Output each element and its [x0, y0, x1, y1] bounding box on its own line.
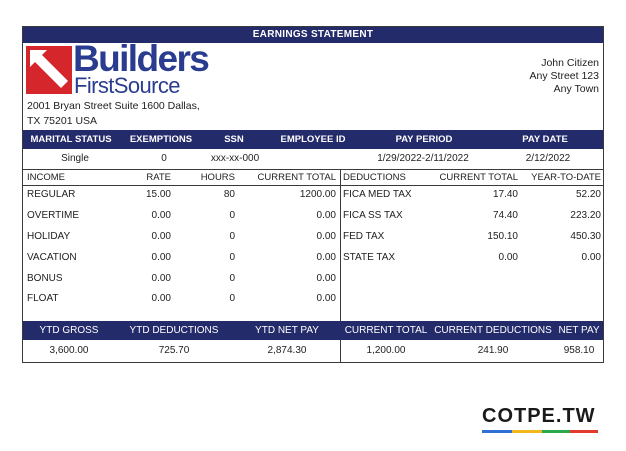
value-pay-date: 2/12/2022	[525, 153, 571, 164]
watermark-bar-red	[570, 430, 598, 433]
employee-address-block: John Citizen Any Street 123 Any Town	[530, 57, 599, 96]
summary-header-ytd-gross: YTD GROSS	[39, 325, 99, 336]
logo-arrow-icon	[26, 46, 72, 94]
income-row-hours: 0	[229, 273, 235, 284]
summary-current-deductions: 241.90	[477, 345, 509, 356]
company-logo-mark	[26, 46, 72, 94]
deductions-header-ytd: YEAR-TO-DATE	[531, 172, 601, 183]
deduction-row-label: FED TAX	[343, 231, 385, 242]
income-row-label: REGULAR	[27, 189, 76, 200]
divider-income-deductions	[340, 169, 341, 321]
income-row-rate: 0.00	[151, 293, 171, 304]
value-pay-period: 1/29/2022-2/11/2022	[377, 153, 469, 164]
watermark-bar-yellow	[512, 430, 542, 433]
deduction-row-label: STATE TAX	[343, 252, 396, 263]
income-row-current-total: 0.00	[316, 273, 336, 284]
income-row-label: OVERTIME	[27, 210, 80, 221]
header-pay-date: PAY DATE	[522, 134, 568, 145]
employee-name: John Citizen	[541, 57, 599, 69]
logo-text-first: First	[74, 73, 114, 98]
summary-header-ytd-net-pay: YTD NET PAY	[255, 325, 319, 336]
deduction-row-ytd: 52.20	[575, 189, 601, 200]
summary-ytd-net-pay: 2,874.30	[267, 345, 307, 356]
header-pay-period: PAY PERIOD	[395, 134, 453, 145]
income-row-current-total: 0.00	[316, 210, 336, 221]
income-row-label: BONUS	[27, 273, 63, 284]
income-row-current-total: 0.00	[316, 252, 336, 263]
deductions-header-current-total: CURRENT TOTAL	[439, 172, 518, 183]
income-header-income: INCOME	[27, 172, 65, 183]
deductions-header-deductions: DEDUCTIONS	[343, 172, 406, 183]
income-row-rate: 0.00	[151, 231, 171, 242]
logo-text-source: Source	[113, 73, 181, 98]
income-row-label: HOLIDAY	[27, 231, 71, 242]
value-marital-status: Single	[61, 153, 89, 164]
deduction-row-ytd: 0.00	[581, 252, 601, 263]
income-row-hours: 80	[223, 189, 235, 200]
income-row-current-total: 1200.00	[299, 189, 336, 200]
income-header-current-total: CURRENT TOTAL	[257, 172, 336, 183]
company-address-line2: TX 75201 USA	[27, 115, 98, 127]
income-header-rate: RATE	[146, 172, 171, 183]
value-exemptions: 0	[161, 153, 167, 164]
deduction-row-ytd: 450.30	[570, 231, 601, 242]
income-header-hours: HOURS	[200, 172, 235, 183]
summary-ytd-gross: 3,600.00	[49, 345, 89, 356]
earnings-statement: EARNINGS STATEMENT Builders FirstSource …	[22, 26, 604, 363]
deduction-row-label: FICA SS TAX	[343, 210, 403, 221]
company-address: 2001 Bryan Street Suite 1600 Dallas, TX …	[27, 99, 200, 129]
income-row-current-total: 0.00	[316, 293, 336, 304]
watermark-bar-blue	[482, 430, 512, 433]
deduction-row-current-total: 0.00	[498, 252, 518, 263]
deduction-row-current-total: 150.10	[487, 231, 518, 242]
income-row-rate: 15.00	[145, 189, 171, 200]
income-row-hours: 0	[229, 231, 235, 242]
income-row-label: VACATION	[27, 252, 77, 263]
deduction-row-ytd: 223.20	[570, 210, 601, 221]
divider-column-headers	[23, 185, 603, 186]
income-row-hours: 0	[229, 252, 235, 263]
summary-header-band: YTD GROSS YTD DEDUCTIONS YTD NET PAY CUR…	[23, 321, 603, 340]
summary-header-current-deductions: CURRENT DEDUCTIONS	[434, 325, 552, 336]
header-exemptions: EXEMPTIONS	[129, 134, 193, 145]
employee-street: Any Street 123	[529, 70, 599, 82]
deduction-row-current-total: 17.40	[492, 189, 518, 200]
value-employee-id	[269, 151, 361, 167]
logo-text-firstsource: FirstSource	[74, 74, 180, 98]
header-ssn: SSN	[224, 134, 244, 145]
info-header-band: MARITAL STATUS EXEMPTIONS SSN EMPLOYEE I…	[23, 130, 603, 149]
income-row-hours: 0	[229, 210, 235, 221]
summary-net-pay: 958.10	[563, 345, 595, 356]
income-row-hours: 0	[229, 293, 235, 304]
header-marital-status: MARITAL STATUS	[30, 134, 112, 145]
company-address-line1: 2001 Bryan Street Suite 1600 Dallas,	[27, 100, 200, 112]
watermark-text: COTPE.TW	[482, 405, 596, 427]
income-row-rate: 0.00	[151, 273, 171, 284]
header-employee-id: EMPLOYEE ID	[280, 134, 346, 145]
summary-header-current-total: CURRENT TOTAL	[344, 325, 428, 336]
divider-info	[23, 169, 603, 170]
summary-current-total: 1,200.00	[366, 345, 406, 356]
value-ssn: xxx-xx-000	[210, 153, 260, 164]
income-row-current-total: 0.00	[316, 231, 336, 242]
income-row-rate: 0.00	[151, 210, 171, 221]
deduction-row-label: FICA MED TAX	[343, 189, 412, 200]
income-row-rate: 0.00	[151, 252, 171, 263]
employee-town: Any Town	[553, 83, 599, 95]
watermark-bar-green	[542, 430, 570, 433]
summary-ytd-deductions: 725.70	[158, 345, 190, 356]
income-row-label: FLOAT	[27, 293, 59, 304]
summary-header-net-pay: NET PAY	[558, 325, 600, 336]
summary-header-ytd-deductions: YTD DEDUCTIONS	[129, 325, 219, 336]
deduction-row-current-total: 74.40	[492, 210, 518, 221]
